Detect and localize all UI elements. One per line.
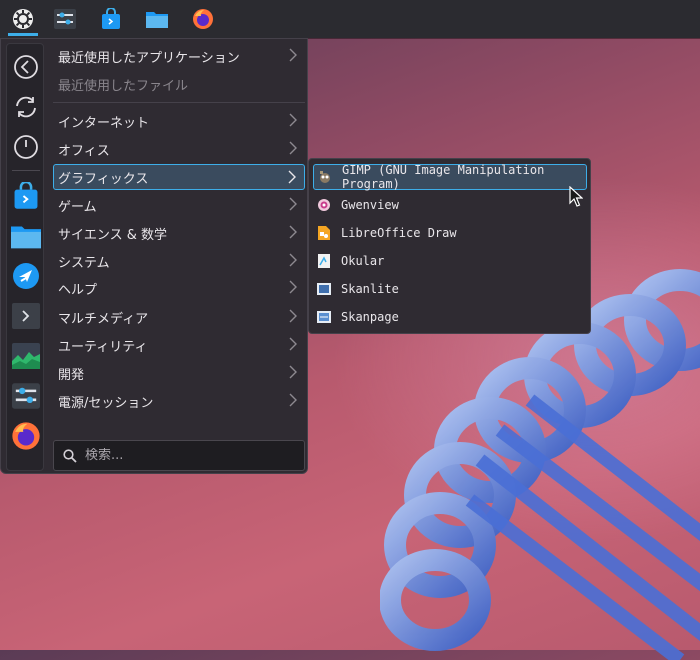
application-launcher-button[interactable] xyxy=(4,2,42,36)
category-games[interactable]: ゲーム xyxy=(53,192,305,218)
category-separator xyxy=(53,102,305,103)
fav-firefox[interactable] xyxy=(9,419,43,453)
skanpage-icon xyxy=(317,310,331,324)
store-bag-icon xyxy=(102,8,120,29)
firefox-button[interactable] xyxy=(184,2,222,36)
power-button[interactable] xyxy=(9,130,43,164)
firefox-icon xyxy=(12,422,40,450)
submenu-item-label: GIMP (GNU Image Manipulation Program) xyxy=(342,163,545,191)
sliders-icon xyxy=(54,9,76,29)
chevron-right-icon xyxy=(289,280,297,294)
system-settings-button[interactable] xyxy=(46,2,84,36)
category-internet[interactable]: インターネット xyxy=(53,108,305,134)
refresh-button[interactable] xyxy=(9,90,43,124)
category-graphics[interactable]: グラフィックス xyxy=(53,164,305,190)
fav-dolphin[interactable] xyxy=(9,219,43,253)
system-monitor-icon xyxy=(12,343,40,369)
submenu-item-skanlite[interactable]: Skanlite xyxy=(313,276,587,302)
submenu-item-label: Okular xyxy=(341,254,385,268)
sliders-icon xyxy=(12,383,40,409)
submenu-item-label: LibreOffice Draw xyxy=(341,226,457,240)
kde-gear-icon xyxy=(13,9,33,29)
chevron-right-icon xyxy=(289,253,297,267)
kde-bird-icon xyxy=(13,263,39,289)
mouse-cursor-icon xyxy=(569,186,583,207)
chevron-right-icon xyxy=(289,337,297,351)
firefox-icon xyxy=(193,9,213,29)
fav-system-monitor[interactable] xyxy=(9,339,43,373)
refresh-icon xyxy=(16,96,36,118)
search-input[interactable] xyxy=(85,448,285,463)
gwenview-icon xyxy=(317,198,331,212)
folder-icon xyxy=(11,226,41,249)
category-label: ユーティリティ xyxy=(58,339,148,355)
category-label: 開発 xyxy=(58,367,85,383)
submenu-item-label: Gwenview xyxy=(341,198,399,212)
submenu-item-label: Skanpage xyxy=(341,310,399,324)
chevron-right-icon xyxy=(289,113,297,127)
category-label: インターネット xyxy=(58,115,150,131)
fav-konsole[interactable] xyxy=(9,299,43,333)
category-label: システム xyxy=(58,255,110,271)
gimp-icon xyxy=(318,170,332,184)
category-label: ヘルプ xyxy=(58,282,98,298)
chevron-right-icon xyxy=(289,197,297,211)
submenu-item-gwenview[interactable]: Gwenview xyxy=(313,192,587,218)
chevron-right-icon xyxy=(289,309,297,323)
chevron-right-icon xyxy=(288,170,296,184)
category-recent-files[interactable]: 最近使用したファイル xyxy=(53,71,305,97)
category-label: 最近使用したアプリケーション xyxy=(58,50,240,66)
fav-discover[interactable] xyxy=(9,179,43,213)
search-icon xyxy=(63,448,77,463)
chevron-right-icon xyxy=(289,365,297,379)
skanlite-icon xyxy=(317,282,331,296)
category-power-session[interactable]: 電源/セッション xyxy=(53,388,305,414)
store-bag-icon xyxy=(14,182,38,209)
category-multimedia[interactable]: マルチメディア xyxy=(53,304,305,330)
category-label: サイエンス & 数学 xyxy=(58,227,168,243)
category-label: グラフィックス xyxy=(58,171,149,187)
back-button[interactable] xyxy=(9,50,43,84)
submenu-item-gimp[interactable]: GIMP (GNU Image Manipulation Program) xyxy=(313,163,587,191)
category-utilities[interactable]: ユーティリティ xyxy=(53,332,305,358)
discover-button[interactable] xyxy=(92,2,130,36)
chevron-right-icon xyxy=(289,48,297,62)
category-label: ゲーム xyxy=(58,199,97,215)
category-science-math[interactable]: サイエンス & 数学 xyxy=(53,220,305,246)
category-label: オフィス xyxy=(58,143,110,159)
fav-system-settings[interactable] xyxy=(9,379,43,413)
submenu-item-skanpage[interactable]: Skanpage xyxy=(313,304,587,330)
category-development[interactable]: 開発 xyxy=(53,360,305,386)
power-icon xyxy=(14,135,38,159)
category-help[interactable]: ヘルプ xyxy=(53,275,305,301)
category-label: 電源/セッション xyxy=(58,395,154,411)
submenu-item-libreoffice-draw[interactable]: LibreOffice Draw xyxy=(313,220,587,246)
chevron-right-icon xyxy=(289,141,297,155)
chevron-right-icon xyxy=(289,225,297,239)
fav-kdeconnect[interactable] xyxy=(9,259,43,293)
top-panel xyxy=(0,0,700,38)
libreoffice-draw-icon xyxy=(317,226,331,240)
category-label: 最近使用したファイル xyxy=(58,78,189,94)
application-launcher-menu: 最近使用したアプリケーション 最近使用したファイル インターネット オフィス グ… xyxy=(0,38,308,474)
terminal-icon xyxy=(12,303,40,329)
category-recent-apps[interactable]: 最近使用したアプリケーション xyxy=(53,43,305,69)
category-label: マルチメディア xyxy=(58,311,149,327)
graphics-submenu: GIMP (GNU Image Manipulation Program) Gw… xyxy=(308,158,591,334)
submenu-item-label: Skanlite xyxy=(341,282,399,296)
folder-icon xyxy=(146,12,168,28)
favorites-sidebar xyxy=(6,43,44,471)
search-field[interactable] xyxy=(53,440,305,471)
okular-icon xyxy=(317,254,331,268)
chevron-right-icon xyxy=(289,393,297,407)
category-system[interactable]: システム xyxy=(53,248,305,274)
back-arrow-icon xyxy=(14,55,38,79)
dolphin-button[interactable] xyxy=(138,2,176,36)
category-office[interactable]: オフィス xyxy=(53,136,305,162)
submenu-item-okular[interactable]: Okular xyxy=(313,248,587,274)
favorites-separator xyxy=(12,170,40,171)
